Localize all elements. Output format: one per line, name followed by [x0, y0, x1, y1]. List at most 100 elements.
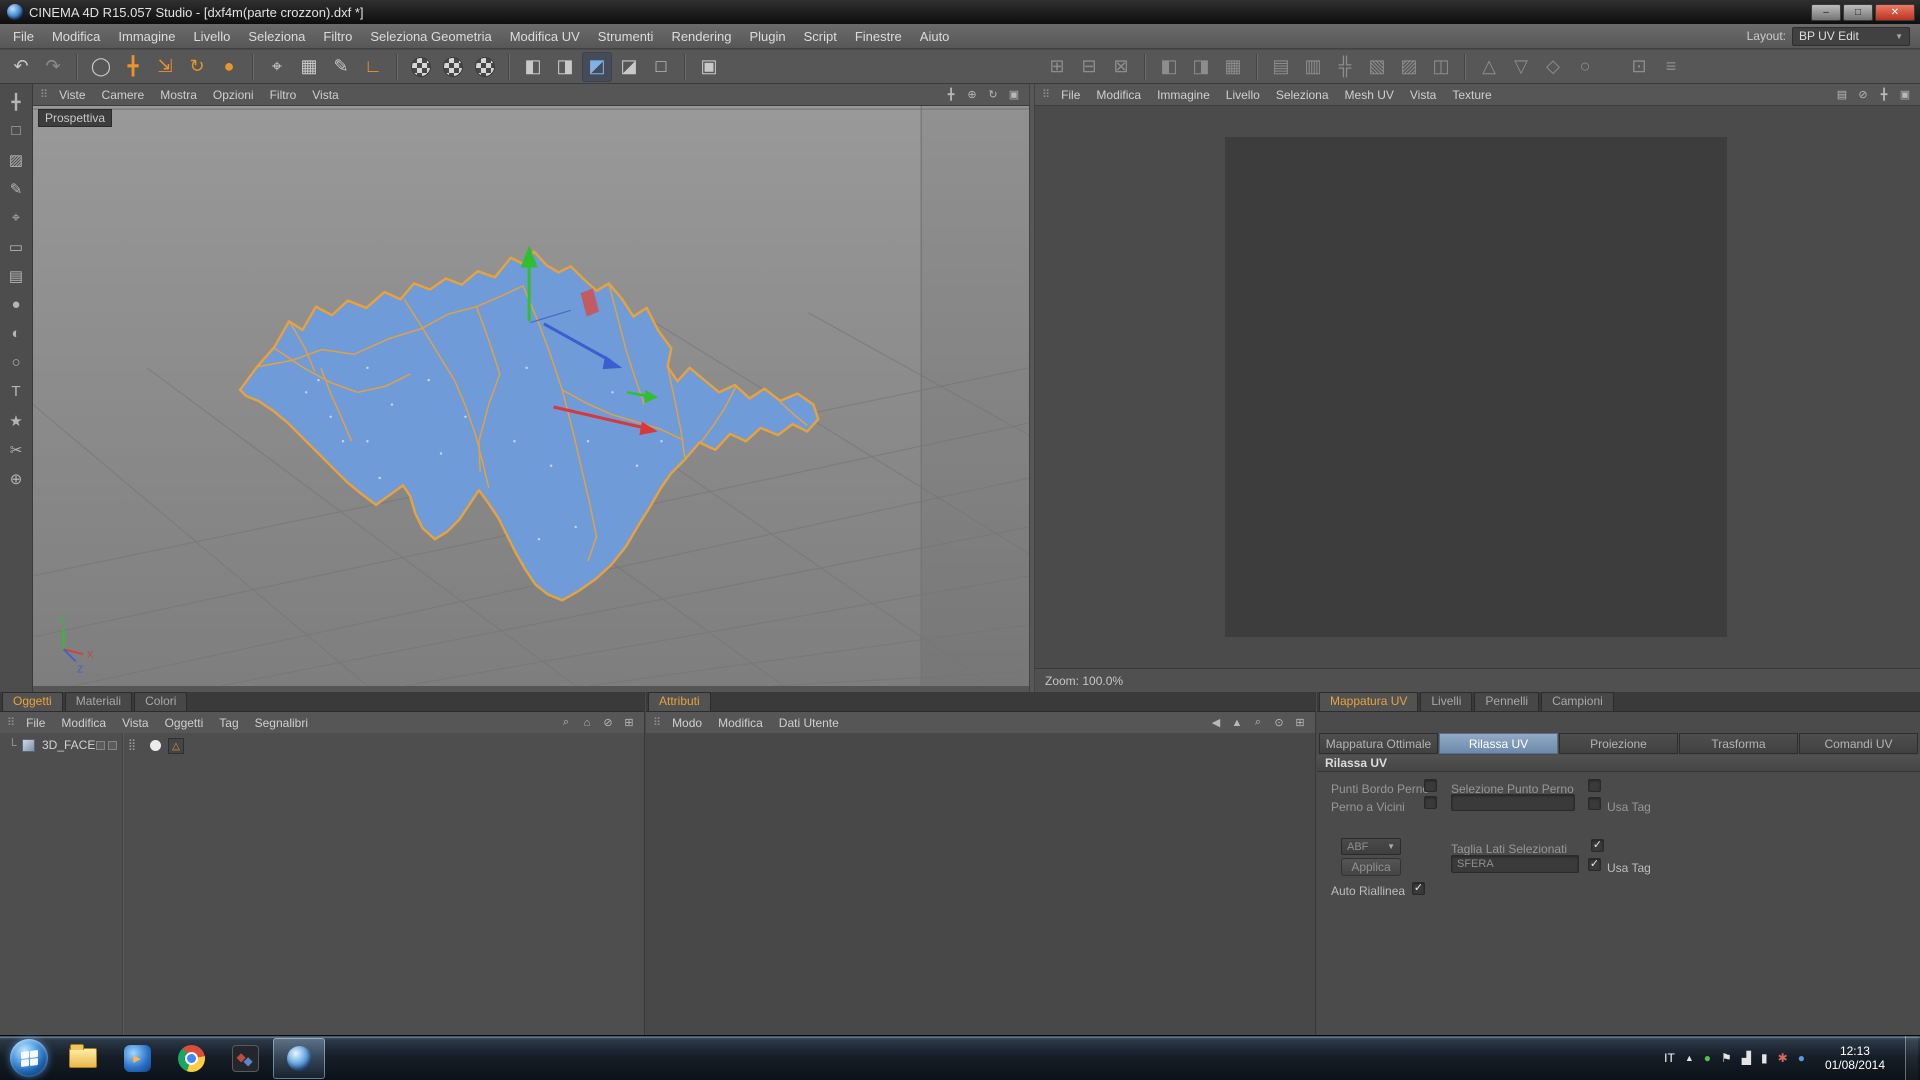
transform-icon[interactable]: ╋ — [3, 89, 29, 114]
pmenu-item-file[interactable]: File — [1053, 88, 1088, 102]
last-tool-icon[interactable]: ● — [214, 52, 244, 82]
sync-tray-icon[interactable]: ● — [1798, 1051, 1805, 1065]
tab-campioni[interactable]: Campioni — [1541, 692, 1614, 711]
sfera-input[interactable]: SFERA — [1451, 855, 1579, 873]
pmenu-item-vista[interactable]: Vista — [304, 88, 346, 102]
section-header[interactable]: Rilassa UV — [1317, 755, 1920, 772]
apply-button[interactable]: Applica — [1341, 858, 1401, 876]
pmenu-item-seleziona[interactable]: Seleziona — [1268, 88, 1337, 102]
uv-move-icon[interactable]: ⊞ — [1042, 52, 1072, 82]
taskbar-explorer[interactable] — [57, 1038, 109, 1079]
scene-root-icon[interactable]: ⌂ — [578, 715, 596, 731]
app-tray-icon[interactable]: ✱ — [1778, 1051, 1788, 1065]
checkbox-taglia-lati[interactable]: ✓ — [1591, 839, 1604, 852]
pmenu-item-tag[interactable]: Tag — [211, 716, 246, 730]
undo-icon[interactable]: ↶ — [6, 52, 36, 82]
menu-item-seleziona[interactable]: Seleziona — [239, 29, 314, 44]
maximize-button[interactable]: □ — [1843, 4, 1873, 21]
tab-livelli[interactable]: Livelli — [1420, 692, 1472, 711]
pmenu-item-vista[interactable]: Vista — [114, 716, 156, 730]
roller-icon[interactable]: ▤ — [3, 263, 29, 288]
pmenu-item-file[interactable]: File — [18, 716, 53, 730]
close-button[interactable]: ✕ — [1875, 4, 1915, 21]
fill-bucket-icon[interactable]: ● — [3, 292, 29, 317]
pan-view-icon[interactable]: ╋ — [942, 87, 960, 103]
pmenu-item-modifica[interactable]: Modifica — [53, 716, 114, 730]
coordinate-system-icon[interactable]: ⌖ — [262, 52, 292, 82]
channels-icon[interactable]: ▤ — [1833, 87, 1851, 103]
uv-projection-flat-icon[interactable]: ○ — [1570, 52, 1600, 82]
uv-projection-cubic-icon[interactable]: ▽ — [1506, 52, 1536, 82]
pmenu-item-mesh-uv[interactable]: Mesh UV — [1337, 88, 1402, 102]
checkbox-auto-riallinea[interactable]: ✓ — [1412, 882, 1425, 895]
stamp-icon[interactable]: ⌖ — [3, 205, 29, 230]
object-axis-mode-icon[interactable]: ◪ — [614, 52, 644, 82]
checkbox-usa-tag-1[interactable] — [1588, 797, 1601, 810]
search-icon[interactable]: ⌕ — [1249, 715, 1267, 731]
uv-weld-icon[interactable]: ╬ — [1330, 52, 1360, 82]
camera-label[interactable]: Prospettiva — [38, 109, 112, 127]
menu-item-modifica-uv[interactable]: Modifica UV — [501, 29, 589, 44]
text-icon[interactable]: T — [3, 379, 29, 404]
hidden-icons-arrow[interactable]: ▲ — [1685, 1053, 1694, 1063]
zoom-view-icon[interactable]: ⊕ — [963, 87, 981, 103]
uv-mirror-u-icon[interactable]: ◧ — [1154, 52, 1184, 82]
menu-item-filtro[interactable]: Filtro — [314, 29, 361, 44]
lock-icon[interactable]: ⊙ — [1270, 715, 1288, 731]
show-desktop-button[interactable] — [1905, 1036, 1918, 1080]
up-icon[interactable]: ▲ — [1228, 715, 1246, 731]
menu-item-strumenti[interactable]: Strumenti — [589, 29, 663, 44]
sphere-brush-icon[interactable]: ○ — [3, 350, 29, 375]
uv-mirror-v-icon[interactable]: ◨ — [1186, 52, 1216, 82]
uv-options-icon[interactable]: ≡ — [1656, 52, 1686, 82]
menu-item-rendering[interactable]: Rendering — [662, 29, 740, 44]
eraser-icon[interactable]: ▭ — [3, 234, 29, 259]
pmenu-item-filtro[interactable]: Filtro — [262, 88, 305, 102]
frame-icon[interactable]: ⊞ — [1291, 715, 1309, 731]
pmenu-item-opzioni[interactable]: Opzioni — [205, 88, 262, 102]
material-tag-icon[interactable] — [150, 740, 161, 751]
redo-icon[interactable]: ↷ — [38, 52, 68, 82]
object-name[interactable]: 3D_FACE — [42, 738, 95, 752]
sketch-pen-icon[interactable]: ✎ — [326, 52, 356, 82]
pin-point-input[interactable] — [1451, 794, 1575, 811]
menu-item-seleziona-geometria[interactable]: Seleziona Geometria — [361, 29, 500, 44]
pan-view-icon[interactable]: ╋ — [1875, 87, 1893, 103]
uv-align-top-icon[interactable]: ▥ — [1298, 52, 1328, 82]
tab-attributi[interactable]: Attributi — [648, 692, 711, 711]
action-center-flag-icon[interactable]: ⚑ — [1721, 1051, 1732, 1065]
pmenu-item-immagine[interactable]: Immagine — [1149, 88, 1218, 102]
menu-item-aiuto[interactable]: Aiuto — [911, 29, 959, 44]
uv-scale-icon[interactable]: ⊟ — [1074, 52, 1104, 82]
workplane-icon[interactable]: ▦ — [294, 52, 324, 82]
mode-btn-rilassa-uv[interactable]: Rilassa UV — [1439, 733, 1558, 754]
render-view-icon[interactable] — [411, 57, 431, 77]
points-mode-icon[interactable]: □ — [646, 52, 676, 82]
taskbar-c4d-app[interactable]: ◆◆ — [219, 1038, 271, 1079]
rotate-view-icon[interactable]: ↻ — [984, 87, 1002, 103]
network-tray-icon[interactable]: ▟ — [1742, 1051, 1751, 1065]
render-toggle[interactable] — [108, 741, 117, 750]
add-icon[interactable]: ⊞ — [620, 715, 638, 731]
pmenu-item-modifica[interactable]: Modifica — [710, 716, 771, 730]
uv-align-left-icon[interactable]: ▤ — [1266, 52, 1296, 82]
uv-cut-icon[interactable]: ▧ — [1362, 52, 1392, 82]
pmenu-item-dati-utente[interactable]: Dati Utente — [771, 716, 847, 730]
move-icon[interactable]: ╋ — [118, 52, 148, 82]
drag-handle-icon[interactable]: ⠿ — [653, 716, 660, 729]
language-indicator[interactable]: IT — [1664, 1051, 1675, 1065]
pmenu-item-viste[interactable]: Viste — [51, 88, 93, 102]
algorithm-select[interactable]: ABF ▼ — [1341, 838, 1401, 855]
tab-colori[interactable]: Colori — [134, 692, 187, 711]
checkbox-punti-bordo-perno[interactable] — [1424, 779, 1437, 792]
live-selection-icon[interactable]: ◯ — [86, 52, 116, 82]
taskbar-media-player[interactable]: ▸ — [111, 1038, 163, 1079]
uv-relax-icon[interactable]: ▨ — [1394, 52, 1424, 82]
lock-icon[interactable]: ⊘ — [1854, 87, 1872, 103]
visibility-toggle[interactable] — [96, 741, 105, 750]
enable-dots-icon[interactable]: ⣿ — [128, 738, 136, 751]
pmenu-item-camere[interactable]: Camere — [94, 88, 153, 102]
pmenu-item-modo[interactable]: Modo — [664, 716, 710, 730]
update-tray-icon[interactable]: ● — [1704, 1051, 1711, 1065]
uv-rotate-icon[interactable]: ⊠ — [1106, 52, 1136, 82]
